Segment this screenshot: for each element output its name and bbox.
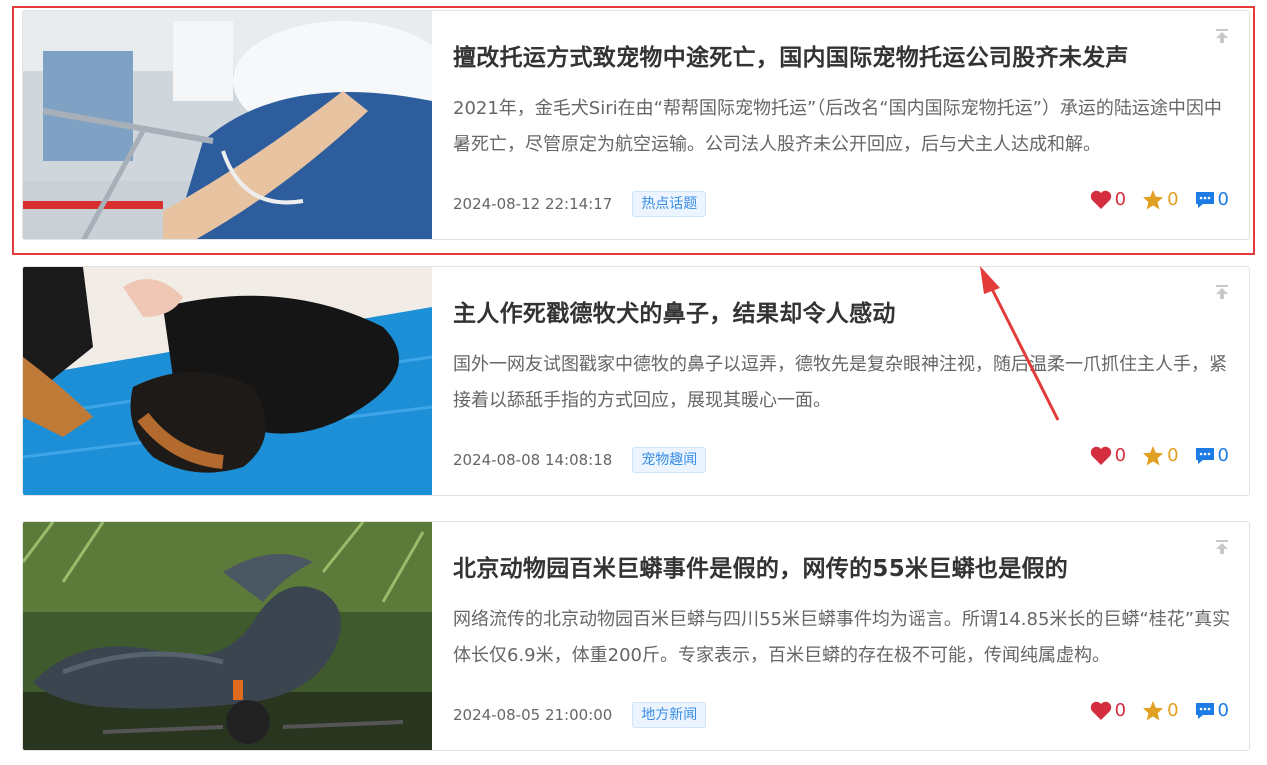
article-thumbnail-dog[interactable]	[23, 267, 432, 495]
star-icon	[1143, 445, 1164, 466]
article-title[interactable]: 擅改托运方式致宠物中途死亡，国内国际宠物托运公司股齐未发声	[453, 38, 1213, 72]
article-date: 2024-08-08 14:08:18	[453, 451, 613, 469]
star-icon	[1143, 189, 1164, 210]
favorite-count-value: 0	[1167, 445, 1179, 466]
article-thumbnail-python[interactable]	[23, 522, 432, 750]
comment-count[interactable]: 0	[1195, 445, 1229, 466]
article-category-tag[interactable]: 宠物趣闻	[632, 447, 707, 473]
favorite-count[interactable]: 0	[1142, 700, 1179, 721]
favorite-count[interactable]: 0	[1142, 189, 1179, 210]
article-summary: 网络流传的北京动物园百米巨蟒与四川55米巨蟒事件均为谣言。所谓14.85米长的巨…	[453, 609, 1231, 666]
article-title[interactable]: 主人作死戳德牧犬的鼻子，结果却令人感动	[453, 294, 1213, 328]
comment-icon	[1195, 447, 1214, 464]
article-thumbnail-hospital[interactable]	[23, 11, 432, 239]
comment-icon	[1195, 191, 1214, 208]
like-count-value: 0	[1114, 445, 1127, 466]
favorite-count-value: 0	[1167, 700, 1179, 721]
article-card[interactable]: 北京动物园百米巨蟒事件是假的，网传的55米巨蟒也是假的 网络流传的北京动物园百米…	[22, 521, 1250, 751]
comment-count[interactable]: 0	[1195, 700, 1229, 721]
favorite-count-value: 0	[1167, 189, 1179, 210]
pin-top-icon[interactable]	[1215, 540, 1229, 554]
article-title[interactable]: 北京动物园百米巨蟒事件是假的，网传的55米巨蟒也是假的	[453, 549, 1213, 583]
article-card[interactable]: 主人作死戳德牧犬的鼻子，结果却令人感动 国外一网友试图戳家中德牧的鼻子以逗弄，德…	[22, 266, 1250, 496]
like-count-value: 0	[1114, 189, 1127, 210]
heart-icon	[1090, 190, 1111, 209]
article-card[interactable]: 擅改托运方式致宠物中途死亡，国内国际宠物托运公司股齐未发声 2021年，金毛犬S…	[22, 10, 1250, 240]
heart-icon	[1090, 701, 1111, 720]
star-icon	[1143, 700, 1164, 721]
article-category-tag[interactable]: 热点话题	[632, 191, 707, 217]
comment-count-value: 0	[1217, 445, 1229, 466]
like-count-value: 0	[1114, 700, 1127, 721]
comment-count-value: 0	[1217, 189, 1229, 210]
article-summary: 2021年，金毛犬Siri在由“帮帮国际宠物托运”（后改名“国内国际宠物托运”）…	[453, 98, 1222, 155]
comment-count-value: 0	[1217, 700, 1229, 721]
heart-icon	[1090, 446, 1111, 465]
pin-top-icon[interactable]	[1215, 29, 1229, 43]
comment-count[interactable]: 0	[1195, 189, 1229, 210]
like-count[interactable]: 0	[1090, 189, 1126, 210]
pin-top-icon[interactable]	[1215, 285, 1229, 299]
article-date: 2024-08-12 22:14:17	[453, 195, 613, 213]
comment-icon	[1195, 702, 1214, 719]
favorite-count[interactable]: 0	[1142, 445, 1179, 466]
article-summary: 国外一网友试图戳家中德牧的鼻子以逗弄，德牧先是复杂眼神注视，随后温柔一爪抓住主人…	[453, 354, 1227, 411]
article-category-tag[interactable]: 地方新闻	[632, 702, 707, 728]
like-count[interactable]: 0	[1090, 445, 1126, 466]
like-count[interactable]: 0	[1090, 700, 1126, 721]
article-date: 2024-08-05 21:00:00	[453, 706, 613, 724]
